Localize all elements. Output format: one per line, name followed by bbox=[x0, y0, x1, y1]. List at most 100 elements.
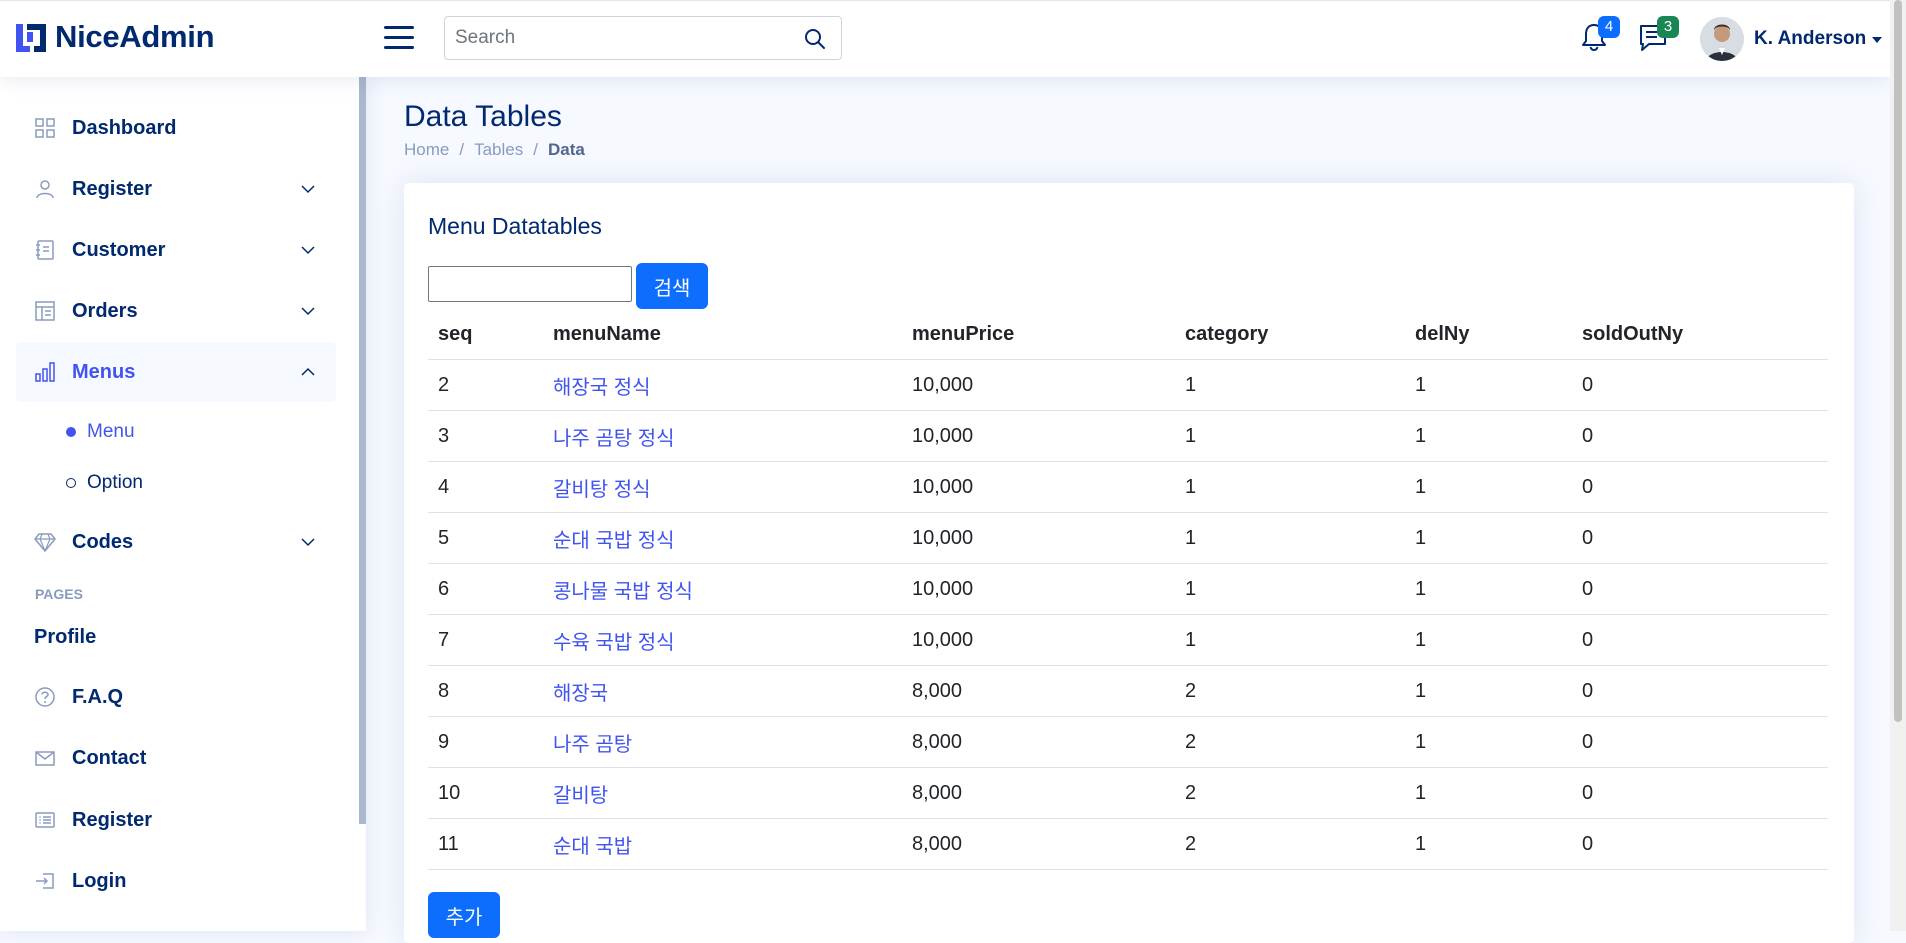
cell-category: 2 bbox=[1175, 767, 1405, 819]
sidebar-scrollbar[interactable] bbox=[359, 76, 366, 824]
cell-menu-price: 10,000 bbox=[902, 359, 1175, 411]
sidebar-item-login[interactable]: Login bbox=[16, 851, 336, 911]
user-name: K. Anderson bbox=[1754, 28, 1867, 49]
cell-sold-out-ny: 0 bbox=[1572, 818, 1828, 870]
cell-sold-out-ny: 0 bbox=[1572, 359, 1828, 411]
cell-menu-price: 10,000 bbox=[902, 614, 1175, 666]
column-header[interactable]: menuName bbox=[543, 309, 902, 360]
cell-del-ny: 1 bbox=[1405, 614, 1572, 666]
sidebar-item-menus[interactable]: Menus bbox=[16, 342, 336, 402]
sidebar-item-contact[interactable]: Contact bbox=[16, 728, 336, 788]
sidebar-subitem-label: Menu bbox=[87, 421, 135, 442]
table-search-input[interactable] bbox=[428, 266, 632, 302]
journal-icon bbox=[36, 240, 54, 260]
sidebar-item-codes[interactable]: Codes bbox=[16, 512, 336, 572]
column-header[interactable]: delNy bbox=[1405, 309, 1572, 360]
cell-menu-name-link[interactable]: 해장국 정식 bbox=[543, 359, 902, 411]
table-row: 11 순대 국밥 8,000 2 1 0 bbox=[428, 818, 1828, 870]
logo[interactable]: NiceAdmin bbox=[14, 19, 215, 55]
search-icon[interactable] bbox=[803, 27, 827, 51]
toggle-sidebar-button[interactable] bbox=[384, 26, 414, 50]
card-list-icon bbox=[35, 812, 55, 828]
cell-menu-price: 8,000 bbox=[902, 665, 1175, 717]
sidebar-item-customer[interactable]: Customer bbox=[16, 220, 336, 280]
notifications-button[interactable]: 4 bbox=[1578, 16, 1620, 53]
profile-dropdown[interactable]: K. Anderson bbox=[1700, 17, 1883, 61]
sidebar-item-label: F.A.Q bbox=[72, 685, 124, 708]
cell-menu-price: 8,000 bbox=[902, 716, 1175, 768]
sidebar-subitem-option[interactable]: Option bbox=[66, 468, 143, 498]
breadcrumb-tables[interactable]: Tables bbox=[474, 140, 523, 160]
page-scrollbar[interactable] bbox=[1890, 0, 1906, 931]
table-row: 6 콩나물 국밥 정식 10,000 1 1 0 bbox=[428, 563, 1828, 615]
cell-sold-out-ny: 0 bbox=[1572, 665, 1828, 717]
cell-del-ny: 1 bbox=[1405, 716, 1572, 768]
column-header[interactable]: category bbox=[1175, 309, 1405, 360]
cell-sold-out-ny: 0 bbox=[1572, 512, 1828, 564]
person-icon bbox=[36, 180, 54, 199]
sidebar-item-orders[interactable]: Orders bbox=[16, 281, 336, 341]
table-row: 4 갈비탕 정식 10,000 1 1 0 bbox=[428, 461, 1828, 513]
sidebar-item-profile[interactable]: Profile bbox=[16, 607, 336, 667]
table-row: 9 나주 곰탕 8,000 2 1 0 bbox=[428, 716, 1828, 768]
page-title: Data Tables bbox=[404, 100, 562, 133]
cell-sold-out-ny: 0 bbox=[1572, 716, 1828, 768]
chevron-down-icon bbox=[1872, 37, 1883, 43]
chevron-down-icon bbox=[301, 185, 315, 194]
circle-fill-icon bbox=[66, 427, 76, 437]
cell-menu-name-link[interactable]: 수육 국밥 정식 bbox=[543, 614, 902, 666]
add-button[interactable]: 추가 bbox=[428, 892, 500, 938]
breadcrumb-separator: / bbox=[459, 140, 465, 159]
cell-menu-name-link[interactable]: 갈비탕 정식 bbox=[543, 461, 902, 513]
sidebar-item-register-page[interactable]: Register bbox=[16, 790, 336, 850]
sidebar-item-label: Customer bbox=[72, 238, 166, 261]
cell-sold-out-ny: 0 bbox=[1572, 410, 1828, 462]
cell-menu-price: 10,000 bbox=[902, 410, 1175, 462]
search-button[interactable]: 검색 bbox=[636, 263, 708, 309]
datatable-card: Menu Datatables 검색 seq menuName menuPric… bbox=[404, 183, 1854, 943]
cell-menu-name-link[interactable]: 나주 곰탕 bbox=[543, 716, 902, 768]
cell-seq: 5 bbox=[428, 512, 543, 564]
messages-button[interactable]: 3 bbox=[1637, 16, 1679, 53]
sidebar-item-label: Contact bbox=[72, 746, 147, 769]
cell-menu-name-link[interactable]: 해장국 bbox=[543, 665, 902, 717]
bar-chart-icon bbox=[35, 362, 55, 382]
breadcrumb-home[interactable]: Home bbox=[404, 140, 449, 160]
cell-seq: 9 bbox=[428, 716, 543, 768]
card-title: Menu Datatables bbox=[428, 213, 602, 239]
cell-category: 1 bbox=[1175, 512, 1405, 564]
cell-del-ny: 1 bbox=[1405, 359, 1572, 411]
breadcrumb: Home / Tables / Data bbox=[404, 140, 585, 160]
column-header[interactable]: seq bbox=[428, 309, 543, 360]
cell-del-ny: 1 bbox=[1405, 767, 1572, 819]
sidebar-item-register[interactable]: Register bbox=[16, 159, 336, 219]
envelope-icon bbox=[35, 751, 55, 766]
main-content: Data Tables Home / Tables / Data Menu Da… bbox=[366, 76, 1890, 943]
column-header[interactable]: menuPrice bbox=[902, 309, 1175, 360]
cell-menu-name-link[interactable]: 콩나물 국밥 정식 bbox=[543, 563, 902, 615]
sidebar-item-dashboard[interactable]: Dashboard bbox=[16, 98, 336, 158]
cell-del-ny: 1 bbox=[1405, 563, 1572, 615]
cell-seq: 2 bbox=[428, 359, 543, 411]
scrollbar-thumb[interactable] bbox=[1894, 0, 1902, 722]
cell-menu-price: 10,000 bbox=[902, 512, 1175, 564]
cell-menu-name-link[interactable]: 순대 국밥 bbox=[543, 818, 902, 870]
cell-del-ny: 1 bbox=[1405, 665, 1572, 717]
chevron-down-icon bbox=[301, 246, 315, 255]
sidebar: Dashboard Register Customer Orders Menus… bbox=[0, 76, 366, 931]
cell-seq: 11 bbox=[428, 818, 543, 870]
search-input[interactable] bbox=[445, 17, 787, 59]
column-header[interactable]: soldOutNy bbox=[1572, 309, 1828, 360]
sidebar-item-label: Profile bbox=[34, 625, 97, 648]
circle-icon bbox=[66, 478, 76, 488]
cell-menu-name-link[interactable]: 갈비탕 bbox=[543, 767, 902, 819]
sidebar-item-faq[interactable]: F.A.Q bbox=[16, 667, 336, 727]
cell-category: 1 bbox=[1175, 563, 1405, 615]
sidebar-subitem-menu[interactable]: Menu bbox=[66, 417, 135, 447]
cell-menu-name-link[interactable]: 나주 곰탕 정식 bbox=[543, 410, 902, 462]
cell-menu-name-link[interactable]: 순대 국밥 정식 bbox=[543, 512, 902, 564]
cell-category: 1 bbox=[1175, 614, 1405, 666]
cell-sold-out-ny: 0 bbox=[1572, 461, 1828, 513]
table-row: 10 갈비탕 8,000 2 1 0 bbox=[428, 767, 1828, 819]
question-circle-icon bbox=[35, 687, 55, 707]
